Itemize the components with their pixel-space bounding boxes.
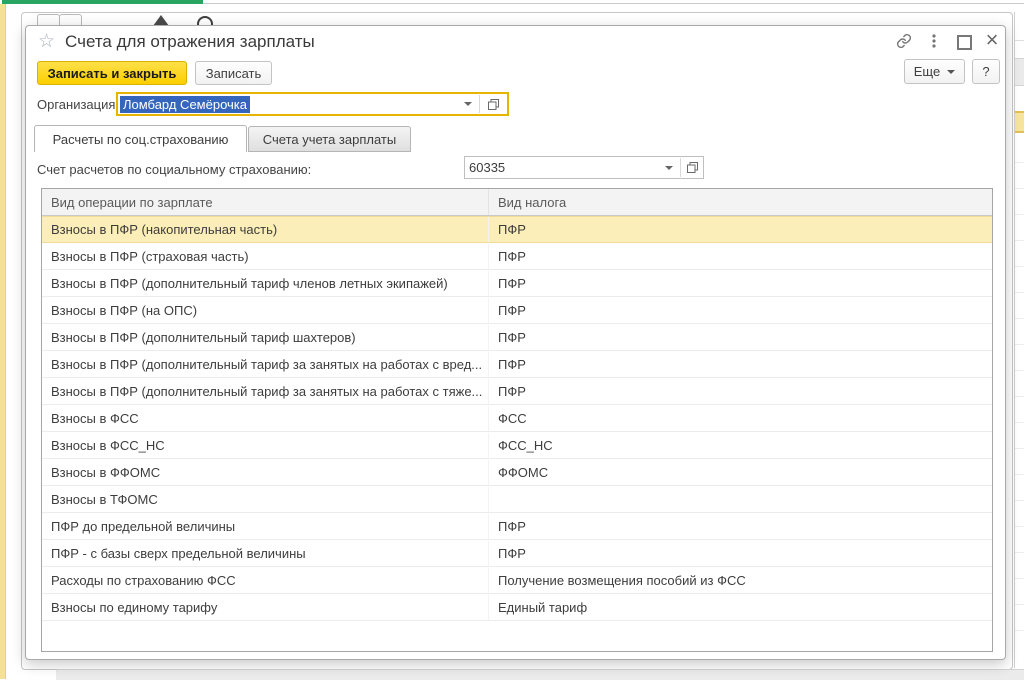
social-insurance-account-label: Счет расчетов по социальному страхованию… [37, 162, 311, 177]
maximize-icon[interactable] [957, 35, 972, 50]
organization-label: Организация: [37, 97, 119, 112]
cell-operation: Взносы в ФФОМС [42, 460, 489, 485]
background-excel-title-bar [2, 0, 203, 4]
table-row[interactable]: Взносы в ПФР (дополнительный тариф за за… [42, 351, 992, 378]
cell-operation: Расходы по страхованию ФСС [42, 568, 489, 593]
cell-operation: Взносы в ПФР (дополнительный тариф за за… [42, 379, 489, 404]
table-header-row: Вид операции по зарплате Вид налога [42, 189, 992, 216]
social-insurance-account-input[interactable]: 60335 [464, 156, 704, 179]
save-and-close-button[interactable]: Записать и закрыть [37, 61, 187, 85]
save-label: Записать [206, 66, 262, 81]
cell-tax-kind: ФСС [489, 406, 992, 431]
cell-tax-kind: ФСС_НС [489, 433, 992, 458]
tab-salary-accounts[interactable]: Счета учета зарплаты [248, 126, 411, 152]
background-sliver-line [1015, 40, 1024, 41]
cell-tax-kind: ПФР [489, 352, 992, 377]
background-sliver-selected-row [1015, 111, 1024, 133]
help-button[interactable]: ? [972, 59, 1000, 84]
cell-tax-kind: ПФР [489, 298, 992, 323]
screen: { "colors": { "accent_yellow": "#fccf00"… [0, 0, 1024, 679]
save-and-close-label: Записать и закрыть [48, 66, 177, 81]
chevron-down-icon [464, 102, 472, 106]
cell-tax-kind: ПФР [489, 217, 992, 242]
cell-operation: Взносы в ПФР (накопительная часть) [42, 217, 489, 242]
organization-value-area[interactable]: Ломбард Семёрочка [118, 94, 457, 114]
favorite-star-icon[interactable]: ☆ [38, 32, 55, 52]
cell-tax-kind: ПФР [489, 325, 992, 350]
page-title: Счета для отражения зарплаты [65, 32, 315, 52]
background-bottom-bar [56, 669, 1024, 680]
kebab-menu-icon[interactable] [929, 33, 939, 49]
chevron-down-icon [947, 70, 955, 74]
cell-tax-kind: ПФР [489, 379, 992, 404]
tab-social-insurance[interactable]: Расчеты по соц.страхованию [34, 125, 247, 152]
table-row[interactable]: Взносы в ПФР (дополнительный тариф за за… [42, 378, 992, 405]
organization-open-button[interactable] [480, 94, 507, 114]
column-header-tax-kind[interactable]: Вид налога [489, 189, 992, 215]
cell-operation: ПФР - с базы сверх предельной величины [42, 541, 489, 566]
help-label: ? [982, 64, 989, 79]
table-row[interactable]: Взносы в ПФР (накопительная часть) ПФР [42, 216, 992, 243]
table-row[interactable]: ПФР - с базы сверх предельной величины П… [42, 540, 992, 567]
account-dropdown-button[interactable] [658, 157, 680, 178]
cell-tax-kind [489, 487, 992, 512]
close-icon[interactable]: × [982, 26, 1002, 54]
table-row[interactable]: Взносы в ПФР (дополнительный тариф шахте… [42, 324, 992, 351]
table-row[interactable]: Взносы в ПФР (страховая часть) ПФР [42, 243, 992, 270]
table-row[interactable]: ПФР до предельной величины ПФР [42, 513, 992, 540]
dialog-accounts-for-salary: ☆ Счета для отражения зарплаты × Записат… [25, 25, 1006, 660]
cell-operation: Взносы в ПФР (страховая часть) [42, 244, 489, 269]
more-label: Еще [914, 64, 940, 79]
background-top-divider [203, 3, 1024, 4]
account-open-button[interactable] [681, 157, 703, 178]
table-row[interactable]: Взносы в ПФР (на ОПС) ПФР [42, 297, 992, 324]
table-row[interactable]: Взносы в ПФР (дополнительный тариф члено… [42, 270, 992, 297]
table-row[interactable]: Расходы по страхованию ФСС Получение воз… [42, 567, 992, 594]
background-sliver-header [1015, 58, 1024, 86]
organization-value: Ломбард Семёрочка [120, 96, 250, 113]
tab-label: Расчеты по соц.страхованию [53, 132, 229, 147]
cell-tax-kind: ПФР [489, 244, 992, 269]
cell-tax-kind: ПФР [489, 271, 992, 296]
more-button[interactable]: Еще [904, 59, 965, 84]
cell-operation: Взносы в ПФР (дополнительный тариф за за… [42, 352, 489, 377]
table-row[interactable]: Взносы в ФФОМС ФФОМС [42, 459, 992, 486]
link-icon[interactable] [895, 33, 913, 49]
cell-tax-kind: ПФР [489, 514, 992, 539]
background-list-window-sliver [1014, 12, 1024, 668]
background-sliver-rows [1015, 137, 1024, 652]
tab-label: Счета учета зарплаты [263, 132, 396, 147]
cell-operation: Взносы в ПФР (дополнительный тариф члено… [42, 271, 489, 296]
column-header-operation[interactable]: Вид операции по зарплате [42, 189, 489, 215]
cell-operation: ПФР до предельной величины [42, 514, 489, 539]
table-row[interactable]: Взносы по единому тарифу Единый тариф [42, 594, 992, 621]
open-form-icon [487, 98, 500, 111]
cell-operation: Взносы в ПФР (дополнительный тариф шахте… [42, 325, 489, 350]
cell-operation: Взносы в ТФОМС [42, 487, 489, 512]
cell-tax-kind: Получение возмещения пособий из ФСС [489, 568, 992, 593]
cell-operation: Взносы по единому тарифу [42, 595, 489, 620]
organization-dropdown-button[interactable] [457, 94, 479, 114]
cell-operation: Взносы в ФСС [42, 406, 489, 431]
social-insurance-account-value: 60335 [465, 157, 658, 178]
cell-operation: Взносы в ПФР (на ОПС) [42, 298, 489, 323]
chevron-down-icon [665, 166, 673, 170]
tax-table-body: Взносы в ПФР (накопительная часть) ПФР В… [42, 216, 992, 621]
open-form-icon [686, 161, 699, 174]
cell-operation: Взносы в ФСС_НС [42, 433, 489, 458]
tax-operations-table: Вид операции по зарплате Вид налога Взно… [41, 188, 993, 652]
table-row[interactable]: Взносы в ФСС ФСС [42, 405, 992, 432]
cell-tax-kind: Единый тариф [489, 595, 992, 620]
save-button[interactable]: Записать [195, 61, 272, 85]
organization-input[interactable]: Ломбард Семёрочка [116, 92, 509, 116]
cell-tax-kind: ПФР [489, 541, 992, 566]
table-row[interactable]: Взносы в ТФОМС [42, 486, 992, 513]
table-row[interactable]: Взносы в ФСС_НС ФСС_НС [42, 432, 992, 459]
cell-tax-kind: ФФОМС [489, 460, 992, 485]
background-left-yellow-strip [0, 4, 6, 679]
